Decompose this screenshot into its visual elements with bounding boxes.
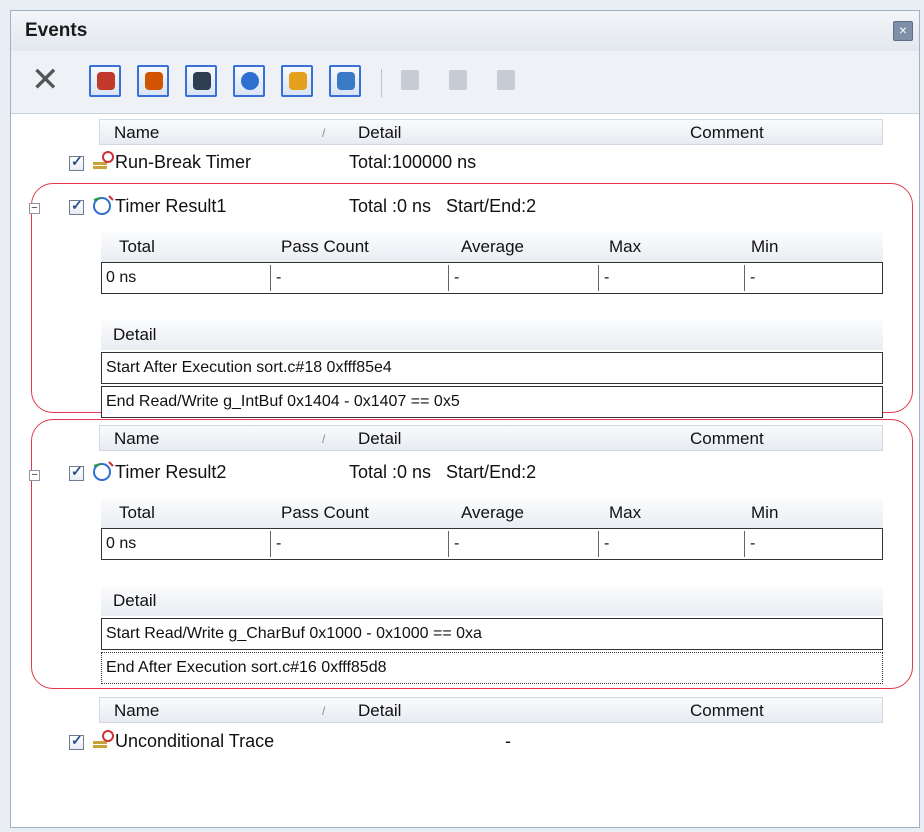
event-name[interactable]: Unconditional Trace [115, 731, 274, 757]
detail-start: Start After Execution sort.c#18 0xfff85e… [106, 359, 392, 376]
header-min: Min [751, 503, 779, 522]
column-name[interactable]: Name [114, 701, 159, 721]
events-panel: Events × ✕ Name / Detail Comment Run-Bre… [10, 10, 920, 828]
delete-icon[interactable]: ✕ [31, 63, 60, 97]
timer-result-icon [91, 194, 117, 218]
unconditional-trace-button[interactable] [281, 65, 313, 97]
event-detail: - [505, 731, 511, 751]
edit-condition-button[interactable] [395, 65, 425, 95]
result-row: 0 ns - - - - [101, 528, 883, 560]
result-header: Total Pass Count Average Max Min [101, 498, 883, 528]
detail-header-label: Detail [113, 325, 157, 344]
header-max: Max [609, 237, 642, 256]
timer-result-icon [91, 460, 117, 484]
event-checkbox[interactable] [69, 153, 84, 171]
event-name[interactable]: Run-Break Timer [115, 152, 251, 178]
detail-header: Detail [101, 586, 883, 616]
column-detail[interactable]: Detail [358, 123, 401, 143]
collapse-icon[interactable]: − [29, 203, 40, 214]
detail-header-label: Detail [113, 591, 157, 610]
event-checkbox[interactable] [69, 732, 84, 750]
detail-line: End Read/Write g_IntBuf 0x1404 - 0x1407 … [101, 386, 883, 418]
result-header: Total Pass Count Average Max Min [101, 232, 883, 262]
event-checkbox[interactable] [69, 197, 84, 215]
trace-button[interactable] [185, 65, 217, 97]
header-total: Total [119, 503, 155, 522]
export-button[interactable] [491, 65, 521, 95]
unconditional-trace-event-icon [91, 729, 117, 753]
column-detail[interactable]: Detail [358, 701, 401, 721]
detail-end: End After Execution sort.c#16 0xfff85d8 [106, 659, 387, 676]
software-break-button[interactable] [137, 65, 169, 97]
hardware-break-icon [97, 72, 115, 90]
header-average: Average [461, 503, 525, 522]
toolbar-separator [381, 69, 382, 97]
value-average: - [454, 535, 460, 552]
column-header: Name / Detail Comment [99, 119, 883, 145]
header-max: Max [609, 503, 642, 522]
sort-indicator: / [322, 126, 326, 140]
value-total: 0 ns [106, 269, 137, 286]
import-button[interactable] [443, 65, 473, 95]
event-checkbox[interactable] [69, 463, 84, 481]
value-total: 0 ns [106, 535, 137, 552]
timer-icon [241, 72, 259, 90]
detail-header: Detail [101, 320, 883, 350]
sort-indicator: / [322, 704, 326, 718]
value-pass-count: - [276, 535, 282, 552]
edit-condition-icon [401, 70, 419, 90]
collapse-icon[interactable]: − [29, 470, 40, 481]
other-event-button[interactable] [329, 65, 361, 97]
header-pass-count: Pass Count [281, 237, 369, 256]
unconditional-trace-icon [289, 72, 307, 90]
hardware-break-button[interactable] [89, 65, 121, 97]
run-break-timer-icon [91, 150, 117, 174]
import-icon [449, 70, 467, 90]
value-min: - [750, 535, 756, 552]
value-average: - [454, 269, 460, 286]
timer-button[interactable] [233, 65, 265, 97]
toolbar: ✕ [11, 51, 919, 114]
event-name[interactable]: Timer Result2 [115, 462, 226, 488]
header-pass-count: Pass Count [281, 503, 369, 522]
event-detail: Total :0 ns Start/End:2 [349, 462, 537, 482]
title-bar: Events × [11, 11, 919, 51]
value-max: - [604, 535, 610, 552]
value-pass-count: - [276, 269, 282, 286]
detail-start: Start Read/Write g_CharBuf 0x1000 - 0x10… [106, 625, 482, 642]
header-min: Min [751, 237, 779, 256]
event-detail: Total:100000 ns [349, 152, 477, 172]
detail-line: Start After Execution sort.c#18 0xfff85e… [101, 352, 883, 384]
software-break-icon [145, 72, 163, 90]
other-event-icon [337, 72, 355, 90]
value-min: - [750, 269, 756, 286]
event-detail: Total :0 ns Start/End:2 [349, 196, 537, 216]
column-name[interactable]: Name [114, 123, 159, 143]
column-comment[interactable]: Comment [690, 701, 764, 721]
event-list: Name / Detail Comment Run-Break Timer To… [11, 114, 919, 827]
export-icon [497, 70, 515, 90]
result-row: 0 ns - - - - [101, 262, 883, 294]
detail-line-selected[interactable]: End After Execution sort.c#16 0xfff85d8 [101, 652, 883, 684]
detail-line: Start Read/Write g_CharBuf 0x1000 - 0x10… [101, 618, 883, 650]
close-icon[interactable]: × [893, 21, 913, 41]
panel-title: Events [25, 20, 88, 41]
detail-end: End Read/Write g_IntBuf 0x1404 - 0x1407 … [106, 393, 460, 410]
column-header: Name / Detail Comment [99, 697, 883, 723]
trace-icon [193, 72, 211, 90]
column-comment[interactable]: Comment [690, 123, 764, 143]
event-name[interactable]: Timer Result1 [115, 196, 226, 222]
header-total: Total [119, 237, 155, 256]
header-average: Average [461, 237, 525, 256]
value-max: - [604, 269, 610, 286]
